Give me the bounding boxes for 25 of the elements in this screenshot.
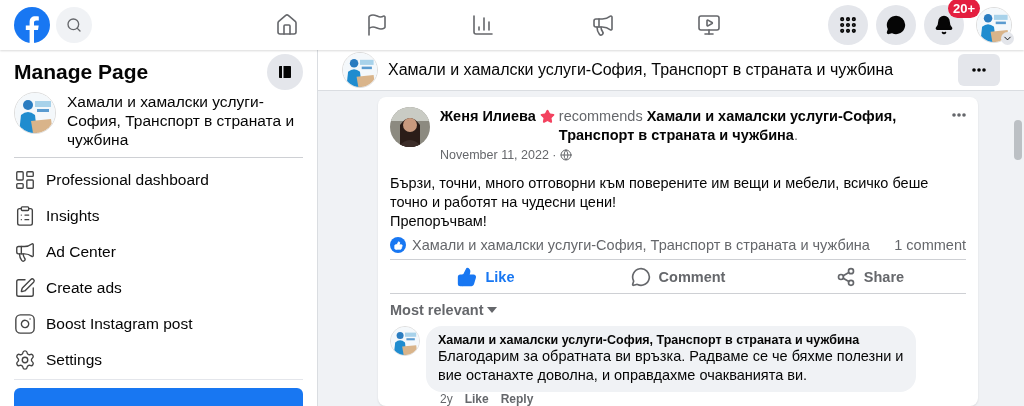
share-button[interactable]: Share: [774, 260, 966, 293]
menu-item[interactable]: Boost Instagram post: [46, 315, 193, 333]
like-button[interactable]: Like: [390, 260, 582, 293]
reactions-text[interactable]: Хамали и хамалски услуги-София, Транспорт в страната и чужбина: [412, 237, 870, 253]
comment-count[interactable]: 1 comment: [894, 237, 966, 253]
post-date[interactable]: November 11, 2022 ·: [440, 148, 557, 162]
comment-time: 2y: [440, 393, 453, 406]
menu-item[interactable]: Insights: [46, 207, 100, 225]
author-name[interactable]: Женя Илиева: [440, 107, 536, 126]
post-text: Бързи, точни, много отговорни към поверените им вещи и мебели, всичко беше точно и работят на чудесни цени! Препоръчвам!: [390, 174, 930, 231]
menu-item[interactable]: Ad Center: [46, 243, 116, 261]
page-title: Хамали и хамалски услуги-София, Транспорт в страната и чужбина: [388, 61, 895, 79]
recommendation-text: recommends Хамали и хамалски услуги-София, Транспорт в страната и чужбина.: [558, 107, 898, 145]
menu-item[interactable]: Settings: [46, 351, 102, 369]
page-name[interactable]: Хамали и хамалски услуги-София, Транспорт в страната и чужбина: [67, 92, 303, 149]
sidebar-title: Manage Page: [14, 60, 149, 84]
notification-badge: 20+: [947, 0, 980, 18]
sort-dropdown[interactable]: Most relevant: [390, 294, 498, 326]
comment-text: Благодарим за обратната ви връзка. Радваме се че бяхме полезни и вие останахте доволна, и оправдахме очакванията ви.: [438, 347, 904, 385]
menu-item[interactable]: Create ads: [46, 279, 122, 297]
reply-link[interactable]: Reply: [500, 393, 534, 406]
comment-button[interactable]: Comment: [582, 260, 774, 293]
like-link[interactable]: Like: [464, 393, 489, 406]
menu-item[interactable]: Professional dashboard: [46, 171, 209, 189]
comment-author[interactable]: Хамали и хамалски услуги-София, Транспорт в страната и чужбина: [438, 333, 904, 347]
